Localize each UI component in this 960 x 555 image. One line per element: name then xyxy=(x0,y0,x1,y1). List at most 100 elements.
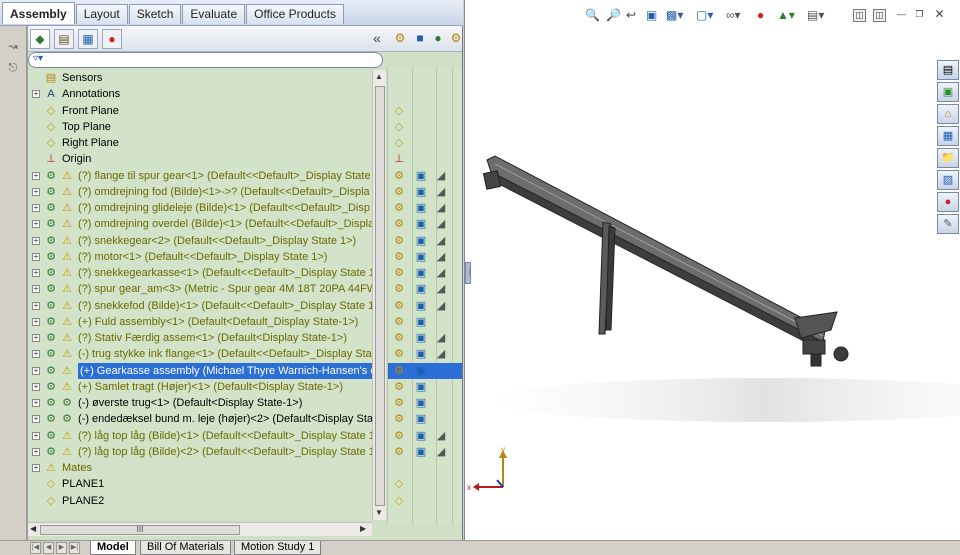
expand-toggle-icon[interactable]: + xyxy=(32,350,40,359)
scroll-left-arrow-icon[interactable]: ◀ xyxy=(30,524,36,533)
tree-item[interactable]: ⊥ Origin xyxy=(28,151,372,167)
expand-toggle-icon[interactable]: + xyxy=(32,334,40,342)
configuration-manager-tab-icon[interactable]: ▦ xyxy=(78,29,98,49)
tree-item-label: Mates xyxy=(62,462,92,474)
display-state-icon[interactable]: ▣ xyxy=(414,169,428,183)
display-state-icon[interactable]: ▣ xyxy=(414,380,428,394)
display-state-icon[interactable]: ▣ xyxy=(414,282,428,296)
first-tab-icon[interactable]: |◀ xyxy=(30,542,41,554)
expand-toggle-icon[interactable]: + xyxy=(32,366,40,375)
expand-toggle-icon[interactable]: + xyxy=(32,90,40,99)
prev-tab-icon[interactable]: ◀ xyxy=(43,542,54,554)
tab-evaluate[interactable]: Evaluate xyxy=(182,4,246,24)
expand-toggle-icon[interactable]: + xyxy=(32,415,40,424)
expand-toggle-icon[interactable]: + xyxy=(32,236,40,245)
display-state-icon[interactable]: ▣ xyxy=(414,331,428,345)
expand-toggle-icon[interactable]: + xyxy=(32,431,40,440)
expand-toggle-icon[interactable]: + xyxy=(32,285,40,294)
tree-item[interactable]: + ⚠ Mates xyxy=(28,460,372,476)
expand-toggle-icon[interactable]: + xyxy=(32,171,40,180)
tab-layout[interactable]: Layout xyxy=(75,4,128,24)
step-icon[interactable]: ⎋ xyxy=(4,62,22,78)
display-state-icon[interactable]: ▣ xyxy=(414,201,428,215)
sketch-toolbar-icon[interactable]: ↝ xyxy=(4,40,22,56)
hscroll-thumb[interactable]: III xyxy=(40,525,240,535)
scroll-up-arrow-icon[interactable]: ▲ xyxy=(375,72,383,81)
tree-item[interactable]: + ⚙ ⚠ (?) omdrejning overdel (Bilde)<1> (De… xyxy=(28,216,372,232)
expand-toggle-icon[interactable]: + xyxy=(32,187,40,196)
bottom-tab-bill-of-materials[interactable]: Bill Of Materials xyxy=(140,541,232,555)
expand-toggle-icon[interactable]: + xyxy=(32,204,40,212)
tree-vertical-scrollbar[interactable]: ▲ ▼ xyxy=(372,70,386,520)
display-state-icon[interactable]: ▣ xyxy=(414,315,428,329)
tree-item[interactable]: + ⚙ ⚠ (?) snekkegear<2> (Default<<Default>_… xyxy=(28,233,372,249)
tree-item[interactable]: ◇ Right Plane xyxy=(28,135,372,151)
tree-item[interactable]: + ⚙ ⚠ (?) motor<1> (Default<<Default>_Displ… xyxy=(28,249,372,265)
bottom-tab-model[interactable]: Model xyxy=(90,541,136,555)
bottom-tab-motion-study-1[interactable]: Motion Study 1 xyxy=(234,541,322,555)
display-state-icon[interactable]: ▣ xyxy=(414,299,428,313)
expand-toggle-icon[interactable]: + xyxy=(32,252,40,261)
graphics-viewport[interactable]: ⋮ 🔍 🔎 ↩ ▣ ▩▾ ▢▾ ∞▾ ● ▲▾ ▤▾ ◫ ◫ — ❐ ✕ ▤ ▣… xyxy=(464,0,960,540)
tree-item[interactable]: + ⚙ ⚠ (-) trug stykke ink flange<1> (Defaul… xyxy=(28,346,372,362)
tree-item[interactable]: ◇ PLANE2 xyxy=(28,493,372,509)
expand-toggle-icon[interactable]: + xyxy=(32,269,40,277)
display-manager-tab-icon[interactable]: ● xyxy=(102,29,122,49)
tree-item[interactable]: + ⚙ ⚠ (?) Stativ Færdig assem<1> (Default<D… xyxy=(28,330,372,346)
plane-icon: ◇ xyxy=(394,104,404,117)
expand-toggle-icon[interactable]: + xyxy=(32,382,40,391)
expand-toggle-icon[interactable]: + xyxy=(32,399,40,407)
tab-sketch[interactable]: Sketch xyxy=(128,4,182,24)
expand-toggle-icon[interactable]: + xyxy=(32,301,40,310)
display-state-icon[interactable]: ▣ xyxy=(414,185,428,199)
scroll-thumb[interactable] xyxy=(375,86,385,506)
tree-item[interactable]: + ⚙ ⚠ (?) omdrejning fod (Bilde)<1>->? (Def… xyxy=(28,184,372,200)
tree-item[interactable]: + ⚙ ⚠ (?) snekkegearkasse<1> (Default<<Defa… xyxy=(28,265,372,281)
display-state-icon[interactable]: ▣ xyxy=(414,266,428,280)
scroll-right-arrow-icon[interactable]: ▶ xyxy=(360,524,366,533)
display-state-icon[interactable]: ▣ xyxy=(414,234,428,248)
tree-item[interactable]: + ⚙ ⚠ (+) Gearkasse assembly (Michael Thyre… xyxy=(28,362,372,379)
tree-item[interactable]: ◇ Top Plane xyxy=(28,119,372,135)
display-state-icon[interactable]: ▣ xyxy=(414,217,428,231)
tree-item[interactable]: + ⚙ ⚠ (?) låg top låg (Bilde)<2> (Default<<… xyxy=(28,444,372,460)
tab-assembly[interactable]: Assembly xyxy=(2,2,75,24)
display-state-icon[interactable]: ▣ xyxy=(414,250,428,264)
assembly-icon: ⚙ xyxy=(62,413,72,426)
collapse-chevron-icon[interactable]: « xyxy=(373,30,381,46)
next-tab-icon[interactable]: ▶ xyxy=(56,542,67,554)
tree-item[interactable]: + ⚙ ⚠ (?) låg top låg (Bilde)<1> (Default<<… xyxy=(28,428,372,444)
display-state-icon[interactable]: ▣ xyxy=(414,429,428,443)
tree-item[interactable]: + ⚙ ⚠ (?) omdrejning glideleje (Bilde)<1> (… xyxy=(28,200,372,216)
tree-horizontal-scrollbar[interactable]: ◀ III ▶ xyxy=(28,522,372,536)
expand-toggle-icon[interactable]: + xyxy=(32,220,40,229)
tab-office-products[interactable]: Office Products xyxy=(246,4,344,24)
warning-part-icon: ⚠ xyxy=(62,202,72,214)
tree-item[interactable]: + ⚙ ⚠ (?) spur gear_am<3> (Metric - Spur ge… xyxy=(28,281,372,297)
display-state-icon[interactable]: ▣ xyxy=(414,412,428,426)
expand-toggle-icon[interactable]: + xyxy=(32,317,40,326)
display-state-icon[interactable]: ▣ xyxy=(414,445,428,459)
display-state-icon[interactable]: ▣ xyxy=(414,396,428,410)
display-state-icon[interactable]: ▣ xyxy=(414,347,428,361)
tree-item[interactable]: ◇ Front Plane xyxy=(28,103,372,119)
tree-item[interactable]: + ⚙ ⚠ (?) flange til spur gear<1> (Default<… xyxy=(28,168,372,184)
display-state-icon[interactable]: ▣ xyxy=(414,364,428,378)
tree-item[interactable]: + ⚙ ⚙ (-) øverste trug<1> (Default<Display … xyxy=(28,395,372,411)
feature-tree-tab-icon[interactable]: ◆ xyxy=(30,29,50,49)
last-tab-icon[interactable]: ▶| xyxy=(69,542,80,554)
tree-item[interactable]: + ⚙ ⚠ (?) snekkefod (Bilde)<1> (Default<<De… xyxy=(28,298,372,314)
component-icon: ⚙ xyxy=(46,299,56,312)
expand-toggle-icon[interactable]: + xyxy=(32,464,40,472)
tree-item[interactable]: + ⚙ ⚠ (+) Fuld assembly<1> (Default<Default… xyxy=(28,314,372,330)
property-manager-tab-icon[interactable]: ▤ xyxy=(54,29,74,49)
conveyor-3d-model[interactable]: x y xyxy=(465,0,960,540)
scroll-down-arrow-icon[interactable]: ▼ xyxy=(375,508,383,517)
tree-item[interactable]: + ⚙ ⚠ (+) Samlet tragt (Højer)<1> (Default<… xyxy=(28,379,372,395)
expand-toggle-icon[interactable]: + xyxy=(32,447,40,456)
tree-filter-input[interactable]: ▿▾ xyxy=(28,52,383,68)
tree-item[interactable]: ◇ PLANE1 xyxy=(28,476,372,492)
tree-item[interactable]: + ⚙ ⚙ (-) endedæksel bund m. leje (højer)<2… xyxy=(28,411,372,427)
tree-item[interactable]: ▤ Sensors xyxy=(28,70,372,86)
tree-item[interactable]: + A Annotations xyxy=(28,86,372,102)
